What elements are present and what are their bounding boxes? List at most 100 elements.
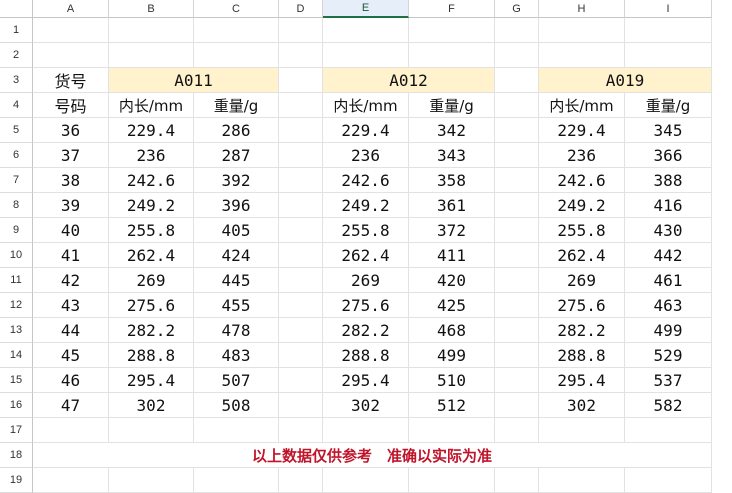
row-header-6[interactable]: 6 [0,143,33,168]
size-cell[interactable]: 44 [33,318,109,343]
empty-cell[interactable] [323,468,409,493]
label-size-code[interactable]: 号码 [33,93,109,118]
empty-cell[interactable] [279,18,323,43]
header-inner-length[interactable]: 内长/mm [109,93,194,118]
size-cell[interactable]: 43 [33,293,109,318]
inner-length-cell[interactable]: 229.4 [323,118,409,143]
inner-length-cell[interactable]: 236 [539,143,625,168]
row-header-11[interactable]: 11 [0,268,33,293]
column-header-b[interactable]: B [109,0,194,18]
empty-cell[interactable] [279,293,323,318]
weight-cell[interactable]: 425 [409,293,495,318]
empty-cell[interactable] [33,418,109,443]
empty-cell[interactable] [409,18,495,43]
inner-length-cell[interactable]: 275.6 [109,293,194,318]
column-header-e[interactable]: E [323,0,409,18]
empty-cell[interactable] [194,468,279,493]
size-cell[interactable]: 41 [33,243,109,268]
inner-length-cell[interactable]: 255.8 [323,218,409,243]
empty-cell[interactable] [279,193,323,218]
weight-cell[interactable]: 287 [194,143,279,168]
empty-cell[interactable] [495,18,539,43]
size-cell[interactable]: 42 [33,268,109,293]
model-header-a011[interactable]: A011 [109,68,279,93]
weight-cell[interactable]: 405 [194,218,279,243]
empty-cell[interactable] [33,468,109,493]
empty-cell[interactable] [279,268,323,293]
empty-cell[interactable] [279,118,323,143]
column-header-h[interactable]: H [539,0,625,18]
empty-cell[interactable] [625,468,712,493]
empty-cell[interactable] [495,68,539,93]
weight-cell[interactable]: 463 [625,293,712,318]
empty-cell[interactable] [109,18,194,43]
empty-cell[interactable] [279,218,323,243]
empty-cell[interactable] [109,418,194,443]
empty-cell[interactable] [495,43,539,68]
empty-cell[interactable] [279,343,323,368]
weight-cell[interactable]: 342 [409,118,495,143]
inner-length-cell[interactable]: 249.2 [109,193,194,218]
weight-cell[interactable]: 461 [625,268,712,293]
empty-cell[interactable] [625,18,712,43]
empty-cell[interactable] [279,418,323,443]
empty-cell[interactable] [279,93,323,118]
inner-length-cell[interactable]: 295.4 [323,368,409,393]
inner-length-cell[interactable]: 255.8 [539,218,625,243]
weight-cell[interactable]: 343 [409,143,495,168]
inner-length-cell[interactable]: 302 [323,393,409,418]
empty-cell[interactable] [109,468,194,493]
row-header-19[interactable]: 19 [0,468,33,493]
empty-cell[interactable] [495,243,539,268]
row-header-10[interactable]: 10 [0,243,33,268]
row-header-8[interactable]: 8 [0,193,33,218]
empty-cell[interactable] [495,293,539,318]
row-header-13[interactable]: 13 [0,318,33,343]
size-cell[interactable]: 40 [33,218,109,243]
row-header-1[interactable]: 1 [0,18,33,43]
row-header-17[interactable]: 17 [0,418,33,443]
empty-cell[interactable] [279,393,323,418]
weight-cell[interactable]: 512 [409,393,495,418]
header-weight[interactable]: 重量/g [409,93,495,118]
empty-cell[interactable] [279,368,323,393]
empty-cell[interactable] [495,168,539,193]
disclaimer-note[interactable]: 以上数据仅供参考 准确以实际为准 [33,443,712,468]
empty-cell[interactable] [279,143,323,168]
empty-cell[interactable] [409,468,495,493]
row-header-15[interactable]: 15 [0,368,33,393]
inner-length-cell[interactable]: 269 [323,268,409,293]
empty-cell[interactable] [194,18,279,43]
column-header-g[interactable]: G [495,0,539,18]
inner-length-cell[interactable]: 288.8 [109,343,194,368]
inner-length-cell[interactable]: 236 [109,143,194,168]
size-cell[interactable]: 39 [33,193,109,218]
row-header-4[interactable]: 4 [0,93,33,118]
empty-cell[interactable] [495,418,539,443]
inner-length-cell[interactable]: 269 [109,268,194,293]
row-header-18[interactable]: 18 [0,443,33,468]
empty-cell[interactable] [279,468,323,493]
empty-cell[interactable] [279,43,323,68]
weight-cell[interactable]: 361 [409,193,495,218]
weight-cell[interactable]: 442 [625,243,712,268]
weight-cell[interactable]: 483 [194,343,279,368]
weight-cell[interactable]: 358 [409,168,495,193]
empty-cell[interactable] [279,318,323,343]
column-header-c[interactable]: C [194,0,279,18]
size-cell[interactable]: 38 [33,168,109,193]
empty-cell[interactable] [539,18,625,43]
empty-cell[interactable] [409,43,495,68]
inner-length-cell[interactable]: 282.2 [323,318,409,343]
empty-cell[interactable] [194,43,279,68]
inner-length-cell[interactable]: 262.4 [539,243,625,268]
empty-cell[interactable] [539,468,625,493]
size-cell[interactable]: 47 [33,393,109,418]
empty-cell[interactable] [323,43,409,68]
empty-cell[interactable] [33,43,109,68]
empty-cell[interactable] [109,43,194,68]
header-weight[interactable]: 重量/g [194,93,279,118]
weight-cell[interactable]: 445 [194,268,279,293]
empty-cell[interactable] [323,18,409,43]
model-header-a019[interactable]: A019 [539,68,712,93]
